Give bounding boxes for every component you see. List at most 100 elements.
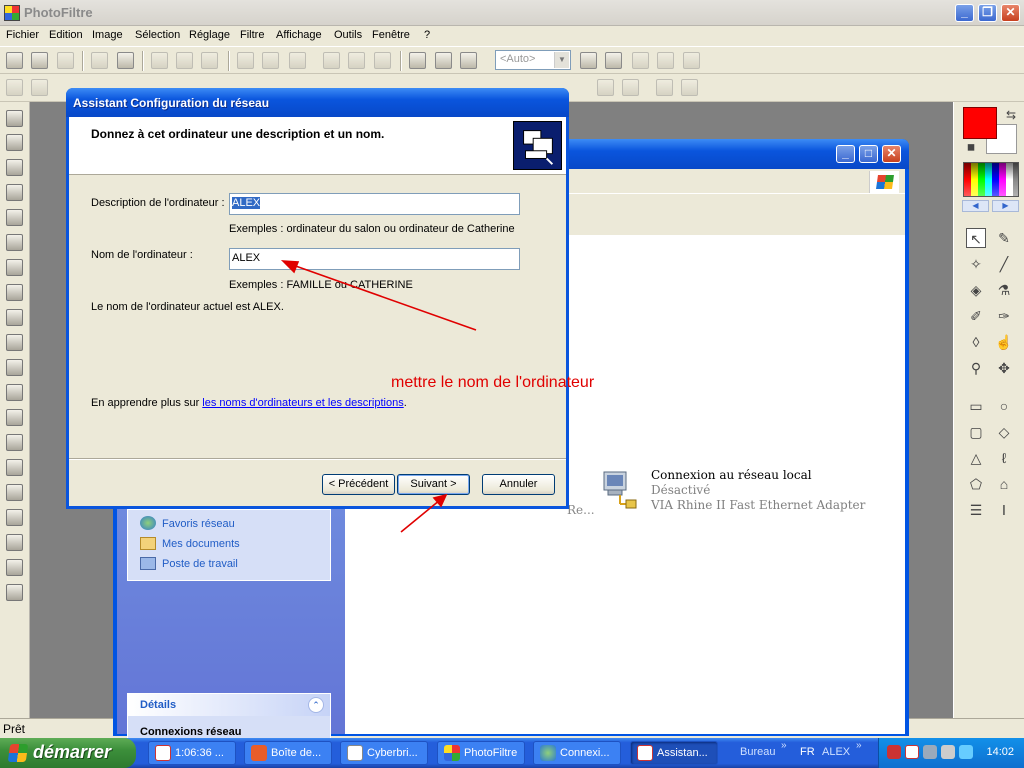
crop-frame-icon[interactable] [6, 509, 23, 526]
rounded-rect-icon[interactable]: ▢ [966, 422, 986, 442]
plugin-icon[interactable] [435, 52, 452, 69]
restore-button[interactable]: ❐ [978, 4, 997, 22]
triangle-icon[interactable]: △ [966, 448, 986, 468]
bureau-toolbar-label[interactable]: Bureau [740, 746, 775, 758]
menu-reglage[interactable]: Réglage [189, 29, 230, 41]
chevron-down-icon[interactable]: ▼ [554, 52, 569, 68]
diamond-icon[interactable]: ◇ [994, 422, 1014, 442]
filter-f-icon[interactable] [6, 484, 23, 501]
lasso-icon[interactable]: ℓ [994, 448, 1014, 468]
camera-icon[interactable] [6, 209, 23, 226]
description-input[interactable]: ALEX [229, 193, 520, 215]
select-all-icon[interactable]: ☰ [966, 500, 986, 520]
computer-name-input[interactable]: ALEX [229, 248, 520, 270]
menu-help[interactable]: ? [424, 29, 430, 41]
save-icon[interactable] [57, 52, 74, 69]
selection-icon[interactable] [289, 52, 306, 69]
ellipse-icon[interactable]: ○ [994, 396, 1014, 416]
cancel-button[interactable]: Annuler [482, 474, 555, 495]
chevron-right-icon[interactable]: » [856, 740, 862, 751]
open-icon[interactable] [31, 52, 48, 69]
tray-speaker-icon[interactable] [923, 745, 937, 759]
calculator-icon[interactable] [6, 110, 23, 127]
page-icon[interactable] [6, 284, 23, 301]
mosaic-icon[interactable] [6, 409, 23, 426]
taskbar-button[interactable]: Boîte de... [244, 741, 332, 765]
chevron-up-icon[interactable]: ⌃ [308, 697, 324, 713]
tray-w-icon[interactable] [905, 745, 919, 759]
foreground-color-swatch[interactable] [963, 107, 997, 139]
fit-window-icon[interactable] [632, 52, 649, 69]
minimize-button[interactable]: _ [955, 4, 974, 22]
canvas-size-icon[interactable] [262, 52, 279, 69]
pattern-icon[interactable] [6, 384, 23, 401]
tray-app-icon[interactable] [887, 745, 901, 759]
menu-fichier[interactable]: Fichier [6, 29, 39, 41]
palette-prev-icon[interactable]: ◀ [962, 200, 989, 212]
new-icon[interactable] [6, 52, 23, 69]
shape-icon[interactable] [6, 184, 23, 201]
taskbar-button[interactable]: Cyberbri... [340, 741, 428, 765]
lan-connection-text[interactable]: Connexion au réseau local Désactivé VIA … [651, 468, 865, 513]
lan-connection-icon[interactable] [598, 468, 638, 510]
menu-selection[interactable]: Sélection [135, 29, 180, 41]
brush-icon[interactable]: ✐ [966, 306, 986, 326]
swap-colors-icon[interactable]: ⇆ [1001, 105, 1021, 125]
redo-icon[interactable] [176, 52, 193, 69]
menu-outils[interactable]: Outils [334, 29, 362, 41]
taskbar-button-active[interactable]: Assistan... [630, 741, 718, 765]
gradient-icon[interactable] [6, 309, 23, 326]
task-link-my-documents[interactable]: Mes documents [162, 538, 240, 550]
menu-edition[interactable]: Edition [49, 29, 83, 41]
eyedropper-icon[interactable]: ✎ [994, 228, 1014, 248]
layers-icon[interactable] [6, 134, 23, 151]
color-palette[interactable] [963, 162, 1019, 197]
function-icon[interactable] [6, 359, 23, 376]
image-size-icon[interactable] [237, 52, 254, 69]
tray-monitor-icon[interactable] [941, 745, 955, 759]
menu-affichage[interactable]: Affichage [276, 29, 322, 41]
task-link-my-computer[interactable]: Poste de travail [162, 558, 238, 570]
menu-filtre[interactable]: Filtre [240, 29, 264, 41]
blur-icon[interactable]: ◊ [966, 332, 986, 352]
folder-icon[interactable] [6, 534, 23, 551]
undo-icon[interactable] [151, 52, 168, 69]
reset-colors-icon[interactable]: ◼ [961, 138, 981, 158]
fullscreen-icon[interactable] [683, 52, 700, 69]
back-button[interactable]: < Précédent [322, 474, 395, 495]
auto-contrast-icon[interactable] [6, 79, 23, 96]
stamp-icon[interactable]: ⚲ [966, 358, 986, 378]
advanced-brush-icon[interactable]: ✑ [994, 306, 1014, 326]
picture-icon[interactable] [6, 584, 23, 601]
auto-levels-icon[interactable] [31, 79, 48, 96]
rotate-right-icon[interactable] [681, 79, 698, 96]
start-button[interactable]: démarrer [0, 738, 136, 768]
text-cursor-icon[interactable]: Ⅰ [994, 500, 1014, 520]
menu-image[interactable]: Image [92, 29, 123, 41]
maximize-button[interactable]: □ [859, 145, 878, 163]
menu-fenetre[interactable]: Fenêtre [372, 29, 410, 41]
magic-wand-icon[interactable]: ✧ [966, 254, 986, 274]
minimize-button[interactable]: _ [836, 145, 855, 163]
print-icon[interactable] [91, 52, 108, 69]
details-header[interactable]: Détails ⌃ [128, 694, 330, 716]
move-icon[interactable]: ✥ [994, 358, 1014, 378]
smudge-icon[interactable]: ☝ [994, 332, 1014, 352]
mirror-icon[interactable] [622, 79, 639, 96]
pointer-tool-icon[interactable]: ↖ [966, 228, 986, 248]
user-label[interactable]: ALEX [822, 746, 850, 758]
disk-icon[interactable] [6, 459, 23, 476]
zoom-in-icon[interactable] [580, 52, 597, 69]
run-icon[interactable] [323, 52, 340, 69]
open-shape-icon[interactable]: ⌂ [994, 474, 1014, 494]
line-tool-icon[interactable]: ╱ [994, 254, 1014, 274]
palette-next-icon[interactable]: ▶ [992, 200, 1019, 212]
rectangle-icon[interactable]: ▭ [966, 396, 986, 416]
task-link-network-places[interactable]: Favoris réseau [162, 518, 235, 530]
dots-icon[interactable] [6, 559, 23, 576]
book-icon[interactable] [6, 434, 23, 451]
chevron-right-icon[interactable]: » [781, 740, 787, 751]
actual-size-icon[interactable] [657, 52, 674, 69]
tray-network-icon[interactable] [959, 745, 973, 759]
batch-icon[interactable] [348, 52, 365, 69]
